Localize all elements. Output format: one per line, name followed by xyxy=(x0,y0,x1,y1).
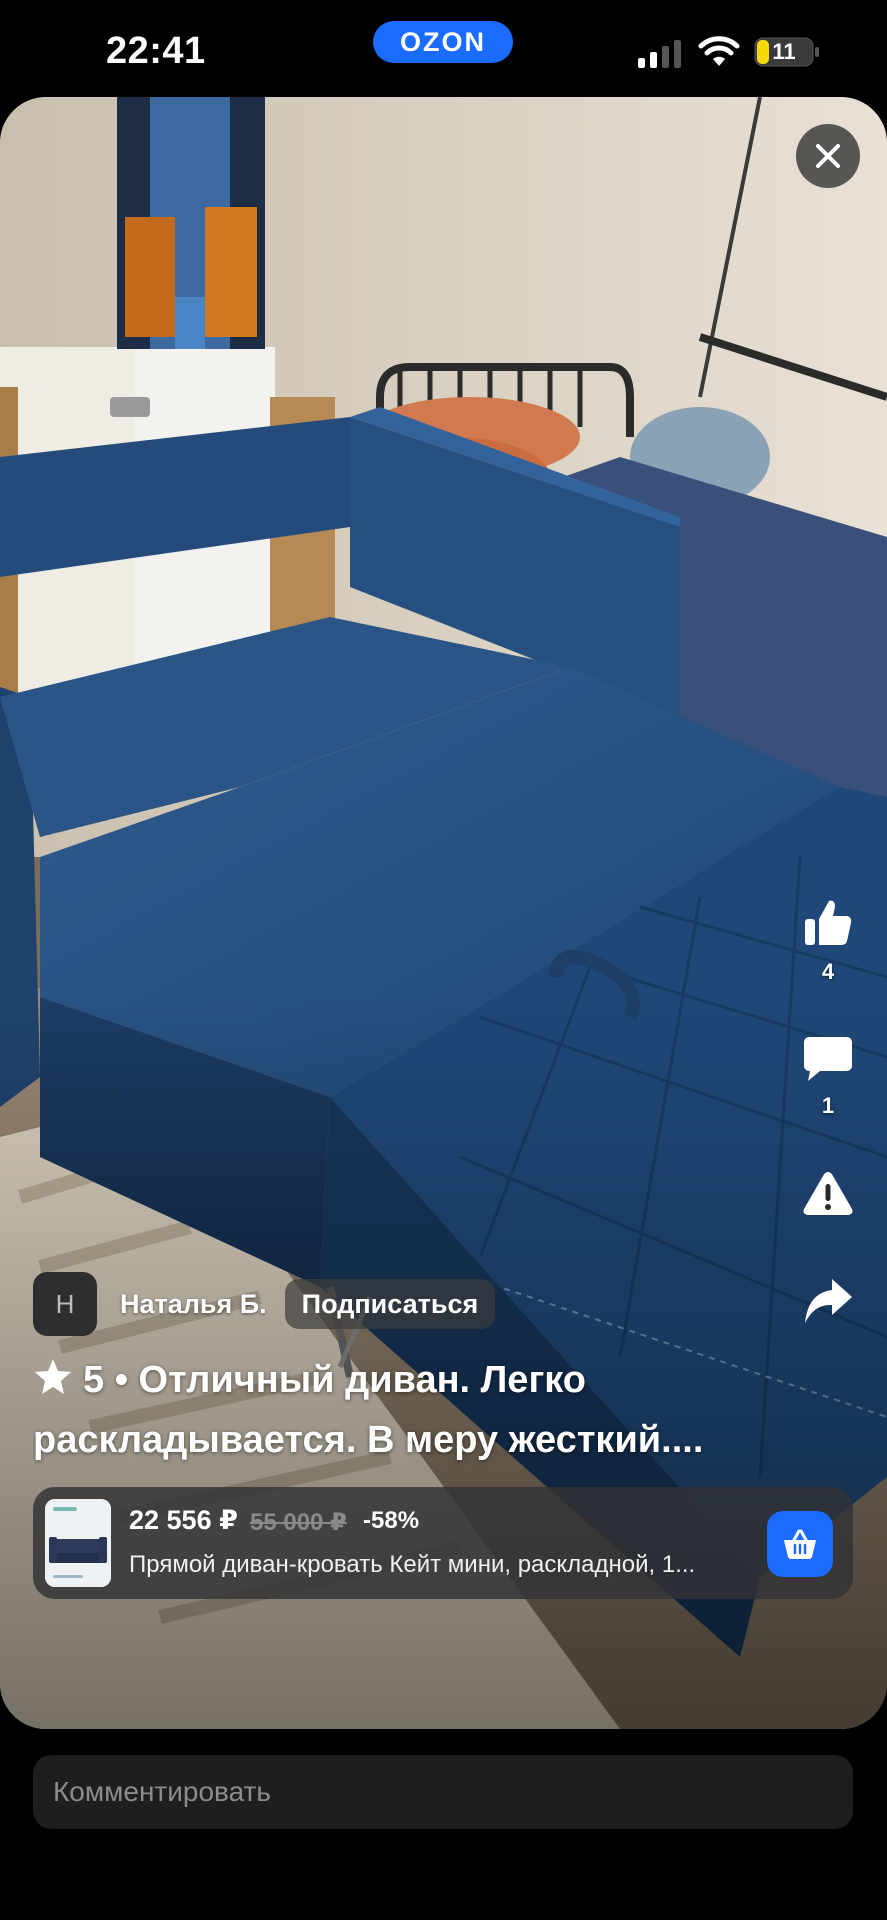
add-to-cart-button[interactable] xyxy=(767,1511,833,1577)
review-video[interactable]: 4 1 xyxy=(0,97,887,1729)
close-icon xyxy=(816,144,840,168)
product-card[interactable]: 22 556 ₽ 55 000 ₽ -58% Прямой диван-кров… xyxy=(33,1487,853,1599)
comment-button[interactable]: 1 xyxy=(795,1035,861,1119)
share-button[interactable] xyxy=(795,1277,861,1325)
comment-count: 1 xyxy=(821,1093,835,1118)
battery-level: 11 xyxy=(772,39,796,64)
ozon-logo: OZON xyxy=(373,21,513,63)
close-button[interactable] xyxy=(796,124,860,188)
comment-icon xyxy=(804,1037,852,1081)
like-button[interactable]: 4 xyxy=(795,897,861,985)
signal-icon xyxy=(638,40,681,68)
subscribe-button[interactable]: Подписаться xyxy=(284,1279,496,1329)
basket-icon xyxy=(784,1529,816,1559)
avatar[interactable]: Н xyxy=(33,1272,97,1336)
review-rating-and-title: 5 • Отличный диван. Легко xyxy=(83,1359,586,1401)
author-row: Н Наталья Б. Подписаться xyxy=(33,1272,496,1336)
share-icon xyxy=(805,1279,852,1323)
review-line-1: 5 • Отличный диван. Легко xyxy=(33,1350,793,1410)
product-old-price: 55 000 ₽ xyxy=(250,1509,347,1536)
status-bar: 22:41 OZON 11 xyxy=(0,0,887,100)
author-name[interactable]: Наталья Б. xyxy=(120,1289,267,1320)
product-image xyxy=(45,1499,111,1587)
product-title: Прямой диван-кровать Кейт мини, раскладн… xyxy=(129,1551,696,1578)
warning-icon xyxy=(803,1172,853,1215)
product-discount: -58% xyxy=(363,1507,420,1534)
review-text[interactable]: 5 • Отличный диван. Легко раскладывается… xyxy=(33,1350,793,1470)
report-button[interactable] xyxy=(795,1169,861,1217)
video-frame xyxy=(0,97,887,1729)
comment-input[interactable] xyxy=(33,1755,853,1829)
thumbs-up-icon xyxy=(805,900,852,945)
product-price: 22 556 ₽ xyxy=(129,1505,238,1535)
status-time: 22:41 xyxy=(106,30,206,72)
like-count: 4 xyxy=(821,959,835,984)
review-line-2: раскладывается. В меру жесткий.... xyxy=(33,1419,704,1461)
wifi-icon xyxy=(698,36,740,66)
star-icon xyxy=(35,1359,71,1394)
